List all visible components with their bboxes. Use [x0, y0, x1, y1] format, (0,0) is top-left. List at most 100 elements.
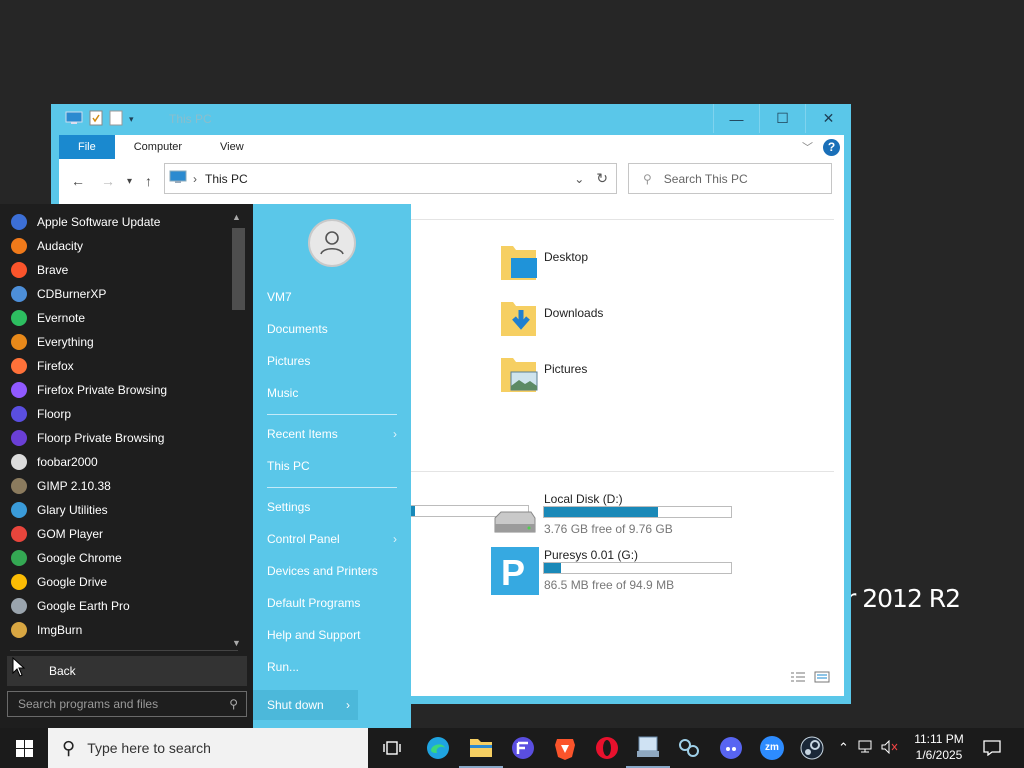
desktop-folder-icon [501, 246, 537, 280]
forward-arrow-icon[interactable]: → [101, 173, 115, 189]
drive-g[interactable]: P Puresys 0.01 (G:) 86.5 MB free of 94.9… [491, 547, 751, 602]
group-divider [409, 471, 834, 472]
program-icon [11, 214, 27, 230]
search-programs-input[interactable]: Search programs and files ⚲ [7, 691, 247, 717]
scrollbar-thumb[interactable] [232, 228, 245, 310]
task-view-icon[interactable] [370, 728, 414, 768]
start-button[interactable] [0, 728, 48, 768]
pictures-link[interactable]: Pictures [267, 354, 397, 368]
this-pc-link[interactable]: This PC [267, 459, 397, 473]
program-item[interactable]: Apple Software Update [0, 210, 230, 234]
breadcrumb-chevron-icon[interactable]: › [193, 172, 197, 186]
edge-icon[interactable] [416, 728, 460, 768]
default-programs-link[interactable]: Default Programs [267, 596, 397, 610]
navigation-bar: ← → ▾ ↑ › This PC ⌄ ↻ ⚲ Search This PC [59, 159, 844, 200]
refresh-icon[interactable]: ↻ [596, 170, 608, 187]
back-button[interactable]: Back [7, 656, 247, 686]
scroll-down-icon[interactable]: ▼ [232, 638, 241, 648]
program-item[interactable]: Google Chrome [0, 546, 230, 570]
minimize-button[interactable]: — [713, 104, 759, 133]
connections-icon[interactable] [667, 728, 711, 768]
large-icons-view-icon[interactable] [814, 671, 830, 686]
new-folder-icon[interactable] [109, 110, 123, 129]
close-button[interactable]: ✕ [805, 104, 851, 133]
program-item[interactable]: Audacity [0, 234, 230, 258]
music-link[interactable]: Music [267, 386, 397, 400]
maximize-button[interactable]: ☐ [759, 104, 805, 133]
help-support-link[interactable]: Help and Support [267, 628, 397, 642]
folder-downloads[interactable]: Downloads [499, 296, 699, 344]
program-label: Audacity [37, 239, 84, 253]
address-bar[interactable]: › This PC ⌄ ↻ [164, 163, 617, 194]
program-item[interactable]: Everything [0, 330, 230, 354]
details-view-icon[interactable] [790, 671, 806, 686]
program-label: Floorp Private Browsing [37, 431, 165, 445]
up-arrow-icon[interactable]: ↑ [145, 173, 152, 189]
volume-muted-icon[interactable] [881, 739, 899, 757]
program-item[interactable]: Brave [0, 258, 230, 282]
floorp-icon[interactable] [501, 728, 545, 768]
settings-link[interactable]: Settings [267, 500, 397, 514]
shutdown-options-chevron-icon[interactable]: › [338, 690, 358, 720]
program-item[interactable]: GIMP 2.10.38 [0, 474, 230, 498]
properties-icon[interactable] [89, 110, 103, 129]
brave-icon[interactable] [543, 728, 587, 768]
network-icon[interactable] [857, 740, 873, 757]
programs-scrollbar[interactable]: ▲ ▼ [230, 212, 246, 648]
recent-items-link[interactable]: Recent Items › [267, 427, 397, 441]
program-item[interactable]: Glary Utilities [0, 498, 230, 522]
documents-link[interactable]: Documents [267, 322, 397, 336]
folder-desktop[interactable]: Desktop [499, 240, 699, 288]
show-hidden-icons-chevron-icon[interactable]: ⌃ [838, 740, 849, 756]
folder-label: Downloads [544, 306, 604, 320]
help-icon[interactable]: ? [823, 138, 840, 156]
program-item[interactable]: CDBurnerXP [0, 282, 230, 306]
discord-icon[interactable] [709, 728, 753, 768]
notification-center-icon[interactable] [978, 728, 1006, 768]
search-input[interactable]: ⚲ Search This PC [628, 163, 832, 194]
program-item[interactable]: Google Drive [0, 570, 230, 594]
program-item[interactable]: Floorp Private Browsing [0, 426, 230, 450]
recent-locations-icon[interactable]: ▾ [127, 176, 132, 187]
title-bar[interactable]: ▾ This PC — ☐ ✕ [51, 104, 851, 135]
program-item[interactable]: Firefox [0, 354, 230, 378]
tab-view[interactable]: View [201, 135, 263, 159]
scroll-up-icon[interactable]: ▲ [232, 212, 241, 222]
clock[interactable]: 11:11 PM 1/6/2025 [906, 731, 972, 763]
program-item[interactable]: Floorp [0, 402, 230, 426]
program-item[interactable]: Google Earth Pro [0, 594, 230, 618]
breadcrumb[interactable]: This PC [205, 172, 248, 186]
expand-ribbon-icon[interactable]: ﹀ [802, 139, 813, 155]
program-icon [11, 334, 27, 350]
chevron-right-icon: › [393, 427, 397, 441]
steam-icon[interactable] [790, 728, 834, 768]
drive-d[interactable]: Local Disk (D:) 3.76 GB free of 9.76 GB [491, 492, 751, 546]
program-item[interactable]: Evernote [0, 306, 230, 330]
user-name-link[interactable]: VM7 [267, 290, 397, 304]
file-explorer-icon[interactable] [459, 728, 503, 768]
ribbon-tabs: File Computer View ﹀ ? [59, 135, 844, 159]
run-link[interactable]: Run... [267, 660, 397, 674]
tab-file[interactable]: File [59, 135, 115, 159]
drive-label: Puresys 0.01 (G:) [544, 548, 639, 562]
program-item[interactable]: Firefox Private Browsing [0, 378, 230, 402]
network-app-icon[interactable] [626, 728, 670, 768]
address-dropdown-icon[interactable]: ⌄ [574, 172, 584, 186]
clock-time: 11:11 PM [914, 732, 964, 746]
control-panel-link[interactable]: Control Panel › [267, 532, 397, 546]
devices-printers-link[interactable]: Devices and Printers [267, 564, 397, 578]
taskbar-search-box[interactable]: ⚲ Type here to search [48, 728, 368, 768]
program-icon [11, 310, 27, 326]
back-arrow-icon[interactable]: ← [71, 173, 85, 189]
folder-pictures[interactable]: Pictures [499, 352, 699, 400]
user-avatar-icon[interactable] [308, 219, 356, 267]
zoom-icon[interactable]: zm [750, 728, 794, 768]
program-item[interactable]: GOM Player [0, 522, 230, 546]
program-item[interactable]: foobar2000 [0, 450, 230, 474]
search-icon: ⚲ [62, 737, 76, 758]
group-divider [409, 219, 834, 220]
opera-icon[interactable] [585, 728, 629, 768]
tab-computer[interactable]: Computer [115, 135, 201, 159]
customize-qat-icon[interactable]: ▾ [129, 114, 134, 125]
program-item[interactable]: ImgBurn [0, 618, 230, 642]
